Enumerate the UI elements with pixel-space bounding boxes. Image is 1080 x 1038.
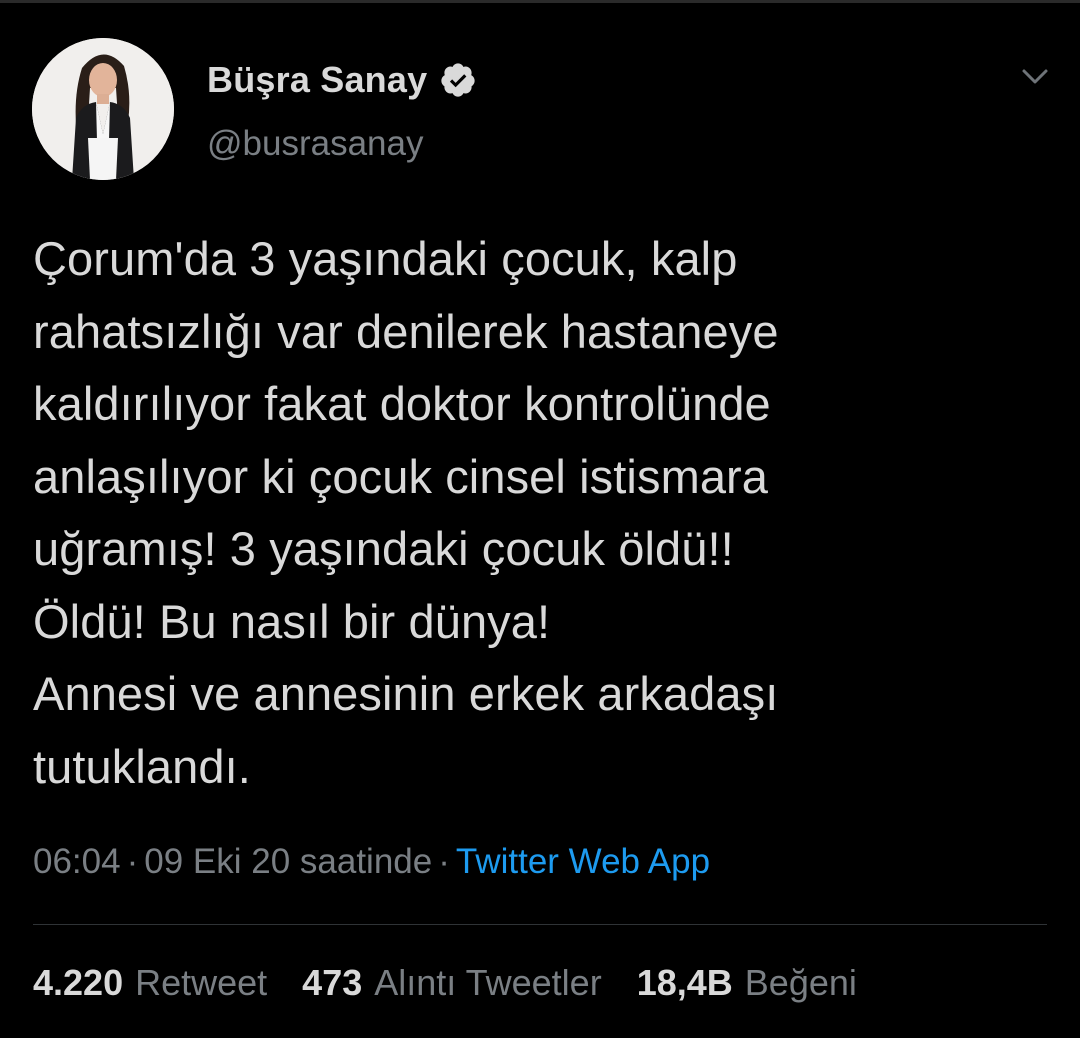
like-label: Beğeni [744,962,857,1003]
quote-stat[interactable]: 473 Alıntı Tweetler [302,962,602,1004]
tweet-text: Çorum'da 3 yaşındaki çocuk, kalp rahatsı… [33,232,779,793]
meta-separator: · [438,842,450,881]
quote-count: 473 [302,962,363,1003]
tweet-stats: 4.220 Retweet 473 Alıntı Tweetler 18,4B … [33,962,892,1004]
tweet-date[interactable]: 09 Eki 20 saatinde [144,842,432,882]
display-name[interactable]: Büşra Sanay [207,59,427,101]
verified-badge-icon [441,63,475,97]
meta-separator: · [126,842,139,881]
divider [33,924,1047,925]
retweet-count: 4.220 [33,962,124,1003]
user-handle[interactable]: @busrasanay [207,124,423,164]
tweet-meta: 06:04 · 09 Eki 20 saatinde · Twitter Web… [33,842,710,882]
top-border [0,0,1080,3]
tweet-time[interactable]: 06:04 [33,842,121,882]
like-count: 18,4B [636,962,733,1003]
avatar[interactable] [32,38,174,180]
user-name-row[interactable]: Büşra Sanay [207,58,477,102]
tweet-source-link[interactable]: Twitter Web App [456,842,710,882]
retweet-stat[interactable]: 4.220 Retweet [33,962,267,1004]
like-stat[interactable]: 18,4B Beğeni [637,962,857,1004]
avatar-image [32,38,174,180]
retweet-label: Retweet [135,962,268,1003]
quote-label: Alıntı Tweetler [374,962,602,1003]
chevron-down-icon[interactable] [1016,62,1054,92]
